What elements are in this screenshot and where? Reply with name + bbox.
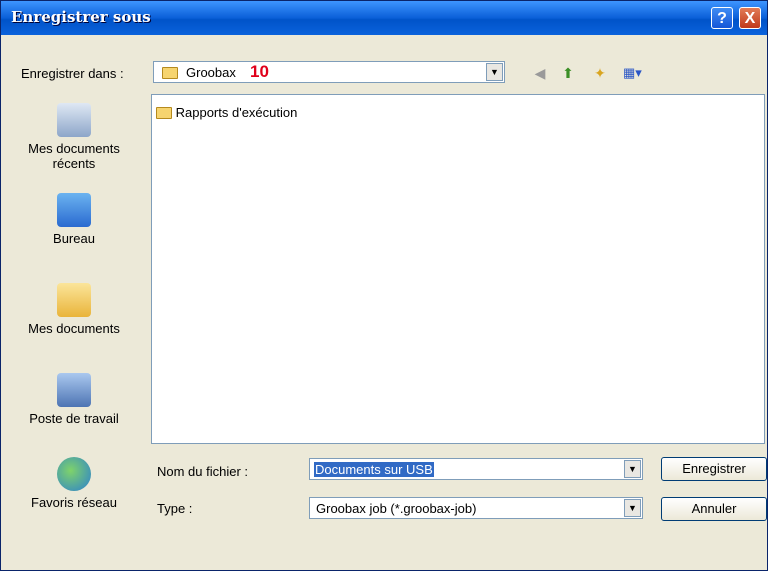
filename-field[interactable]: Documents sur USB ▼ — [309, 458, 643, 480]
place-label: Mes documents récents — [28, 141, 120, 171]
folder-icon — [156, 105, 172, 120]
list-item[interactable]: Rapports d'exécution — [156, 105, 297, 120]
my-documents-icon — [57, 283, 91, 317]
save-in-dropdown[interactable]: Groobax 10 ▼ — [153, 61, 505, 83]
place-label: Bureau — [53, 231, 95, 246]
my-computer-icon — [57, 373, 91, 407]
annotation-badge: 10 — [250, 62, 269, 81]
current-folder-name: Groobax — [186, 65, 236, 80]
network-places-icon — [57, 457, 91, 491]
places-bar: Mes documents récents Bureau Mes documen… — [7, 97, 141, 537]
place-label: Favoris réseau — [31, 495, 117, 510]
filename-value: Documents sur USB — [314, 462, 434, 477]
cancel-button[interactable]: Annuler — [661, 497, 767, 521]
type-label: Type : — [157, 501, 193, 516]
place-label: Poste de travail — [29, 411, 119, 426]
save-in-label: Enregistrer dans : — [21, 66, 124, 81]
file-name: Rapports d'exécution — [175, 105, 298, 120]
save-button[interactable]: Enregistrer — [661, 457, 767, 481]
recent-documents-icon — [57, 103, 91, 137]
chevron-down-icon[interactable]: ▼ — [486, 63, 503, 81]
chevron-down-icon[interactable]: ▼ — [624, 499, 641, 517]
place-desktop[interactable]: Bureau — [7, 193, 141, 246]
place-recent-documents[interactable]: Mes documents récents — [7, 103, 141, 171]
type-dropdown[interactable]: Groobax job (*.groobax-job) ▼ — [309, 497, 643, 519]
new-folder-icon[interactable]: ✦ — [591, 64, 609, 82]
filename-label: Nom du fichier : — [157, 464, 249, 479]
up-folder-icon[interactable]: ⬆ — [559, 64, 577, 82]
folder-icon — [162, 65, 178, 80]
type-value: Groobax job (*.groobax-job) — [316, 501, 477, 516]
close-button[interactable]: X — [739, 7, 761, 29]
chevron-down-icon[interactable]: ▼ — [624, 460, 641, 478]
place-my-computer[interactable]: Poste de travail — [7, 373, 141, 426]
file-list[interactable]: Rapports d'exécution — [151, 94, 765, 444]
place-network[interactable]: Favoris réseau — [7, 457, 141, 510]
place-my-documents[interactable]: Mes documents — [7, 283, 141, 336]
place-label: Mes documents — [28, 321, 120, 336]
views-icon[interactable]: ▦▾ — [623, 64, 642, 82]
dialog-title: Enregistrer sous — [11, 8, 151, 26]
desktop-icon — [57, 193, 91, 227]
title-bar[interactable]: Enregistrer sous ? X — [1, 1, 767, 35]
back-icon[interactable]: ◀ — [531, 64, 549, 82]
help-button[interactable]: ? — [711, 7, 733, 29]
save-as-dialog: Enregistrer sous ? X Enregistrer dans : … — [0, 0, 768, 571]
